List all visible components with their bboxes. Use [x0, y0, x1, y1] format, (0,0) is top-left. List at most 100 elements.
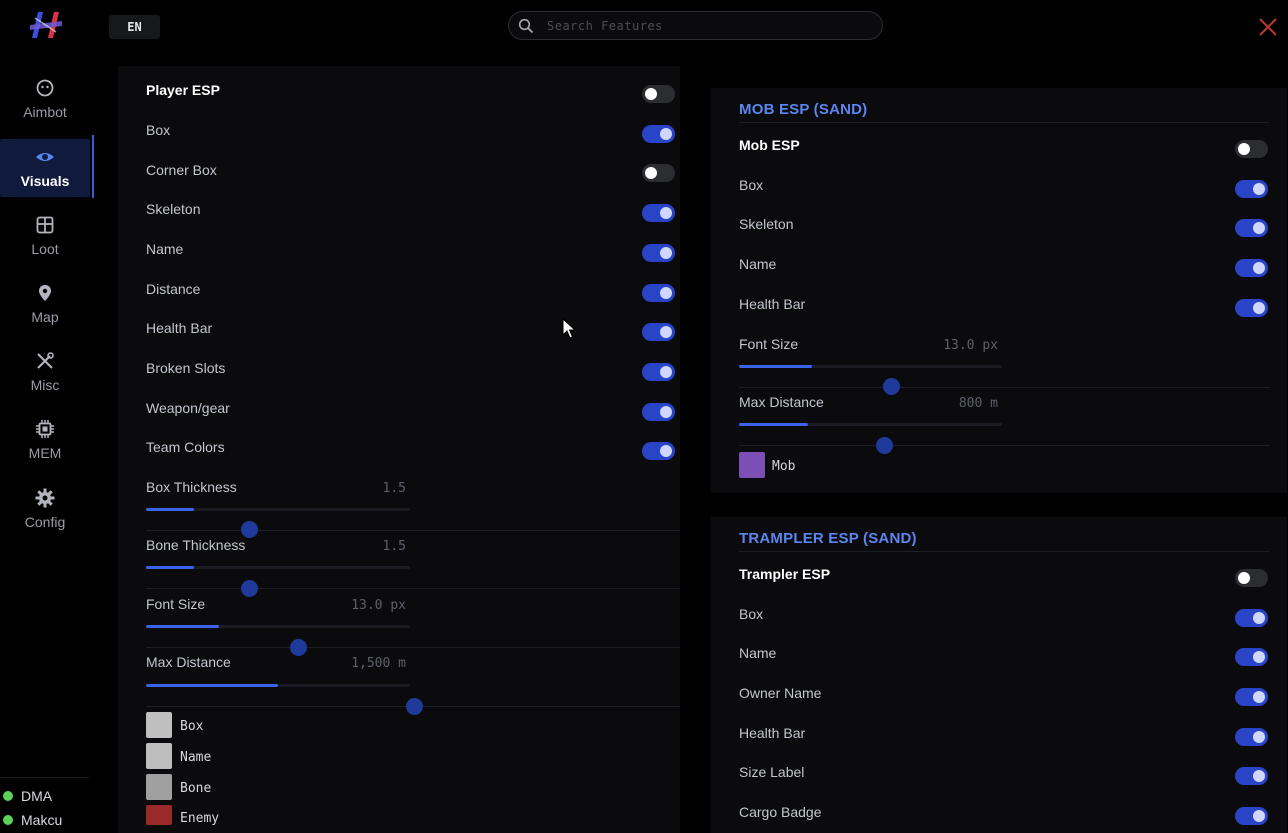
search-input[interactable] — [547, 16, 867, 36]
trampler-name-label: Name — [739, 645, 777, 661]
mob-max-distance-slider[interactable] — [876, 437, 893, 454]
mob-skeleton-toggle[interactable] — [1235, 219, 1268, 237]
broken-slots-toggle[interactable] — [642, 363, 675, 381]
bone-color-swatch[interactable] — [146, 774, 172, 800]
close-icon[interactable] — [1257, 16, 1279, 38]
corner-box-label: Corner Box — [146, 162, 217, 178]
bone-thickness-rail — [146, 588, 680, 589]
mob-color-label: Mob — [772, 459, 796, 474]
mob-color-swatch[interactable] — [739, 452, 765, 478]
bone-thickness-value: 1.5 — [382, 539, 406, 554]
sidebar-item-config[interactable]: Config — [0, 480, 90, 538]
mob-name-toggle[interactable] — [1235, 259, 1268, 277]
crosshair-icon — [36, 79, 54, 97]
section-divider — [739, 551, 1269, 552]
mob-health-bar-toggle[interactable] — [1235, 299, 1268, 317]
sidebar-item-label: MEM — [28, 445, 62, 461]
chip-icon — [36, 420, 54, 438]
mob-health-bar-label: Health Bar — [739, 296, 806, 312]
max-distance-fill — [146, 684, 278, 687]
mob-esp-toggle[interactable] — [1235, 140, 1268, 158]
mob-font-size-label: Font Size — [739, 336, 799, 352]
mob-max-distance-rail — [739, 445, 1270, 446]
box-thickness-label: Box Thickness — [146, 479, 237, 495]
mob-box-toggle[interactable] — [1235, 180, 1268, 198]
gear-icon — [35, 488, 55, 508]
box-color-swatch[interactable] — [146, 712, 172, 738]
trampler-cargo-badge-toggle[interactable] — [1235, 807, 1268, 825]
weapon-gear-toggle[interactable] — [642, 403, 675, 421]
distance-toggle[interactable] — [642, 284, 675, 302]
max-distance-slider[interactable] — [406, 698, 423, 715]
mob-font-size-value: 13.0 px — [943, 338, 998, 353]
trampler-cargo-badge-label: Cargo Badge — [739, 804, 822, 820]
trampler-esp-toggle[interactable] — [1235, 569, 1268, 587]
mob-max-distance-fill — [739, 423, 808, 426]
search-bar[interactable] — [508, 11, 883, 40]
font-size-label: Font Size — [146, 596, 206, 612]
enemy-color-swatch[interactable] — [146, 805, 172, 825]
mob-name-label: Name — [739, 256, 777, 272]
sidebar-item-label: Aimbot — [23, 104, 67, 120]
sidebar-divider — [0, 777, 89, 778]
section-divider — [739, 122, 1269, 123]
name-label: Name — [146, 241, 184, 257]
mob-box-label: Box — [739, 177, 764, 193]
trampler-name-toggle[interactable] — [1235, 648, 1268, 666]
mouse-cursor-icon — [562, 318, 577, 339]
mob-max-distance-value: 800 m — [958, 396, 998, 411]
mob-esp-label: Mob ESP — [739, 137, 800, 153]
mob-esp-title: MOB ESP (SAND) — [739, 101, 868, 118]
skeleton-toggle[interactable] — [642, 204, 675, 222]
font-size-slider[interactable] — [290, 639, 307, 656]
enemy-color-label: Enemy — [180, 811, 220, 826]
trampler-size-label-label: Size Label — [739, 764, 805, 780]
sidebar-item-mem[interactable]: MEM — [0, 411, 90, 469]
box-toggle[interactable] — [642, 125, 675, 143]
health-bar-toggle[interactable] — [642, 323, 675, 341]
max-distance-label: Max Distance — [146, 654, 231, 670]
max-distance-value: 1,500 m — [351, 656, 406, 671]
font-size-fill — [146, 625, 219, 628]
trampler-esp-panel — [711, 517, 1287, 833]
skeleton-label: Skeleton — [146, 201, 201, 217]
trampler-esp-label: Trampler ESP — [739, 566, 831, 582]
language-button[interactable]: EN — [109, 15, 160, 39]
sidebar-item-label: Map — [31, 309, 59, 325]
active-indicator — [92, 135, 94, 198]
sidebar-item-misc[interactable]: Misc — [0, 343, 90, 401]
name-toggle[interactable] — [642, 244, 675, 262]
mob-font-size-fill — [739, 365, 812, 368]
name-color-swatch[interactable] — [146, 743, 172, 769]
sidebar-item-visuals[interactable]: Visuals — [0, 139, 90, 197]
status-dot — [3, 791, 13, 801]
status-label: Makcu — [21, 812, 63, 828]
trampler-size-label-toggle[interactable] — [1235, 767, 1268, 785]
player-esp-toggle[interactable] — [642, 85, 675, 103]
bone-thickness-label: Bone Thickness — [146, 537, 246, 553]
box-thickness-value: 1.5 — [382, 481, 406, 496]
font-size-rail — [146, 647, 680, 648]
bone-thickness-slider[interactable] — [241, 580, 258, 597]
trampler-box-toggle[interactable] — [1235, 609, 1268, 627]
status-dma: DMA — [3, 788, 52, 804]
corner-box-toggle[interactable] — [642, 164, 675, 182]
sidebar-item-label: Visuals — [20, 173, 70, 189]
weapon-gear-label: Weapon/gear — [146, 400, 230, 416]
trampler-health-bar-toggle[interactable] — [1235, 728, 1268, 746]
tools-icon — [37, 352, 54, 369]
sidebar-item-map[interactable]: Map — [0, 275, 90, 333]
sidebar-item-label: Misc — [30, 377, 60, 393]
sidebar-item-loot[interactable]: Loot — [0, 207, 90, 265]
eye-icon — [36, 153, 54, 161]
sidebar-item-aimbot[interactable]: Aimbot — [0, 70, 90, 128]
team-colors-toggle[interactable] — [642, 442, 675, 460]
status-label: DMA — [21, 788, 53, 804]
player-esp-label: Player ESP — [146, 82, 220, 98]
trampler-owner-name-toggle[interactable] — [1235, 688, 1268, 706]
mob-font-size-rail — [739, 387, 1270, 388]
name-color-label: Name — [180, 750, 212, 765]
team-colors-label: Team Colors — [146, 439, 225, 455]
mob-font-size-slider[interactable] — [883, 378, 900, 395]
box-thickness-slider[interactable] — [241, 521, 258, 538]
